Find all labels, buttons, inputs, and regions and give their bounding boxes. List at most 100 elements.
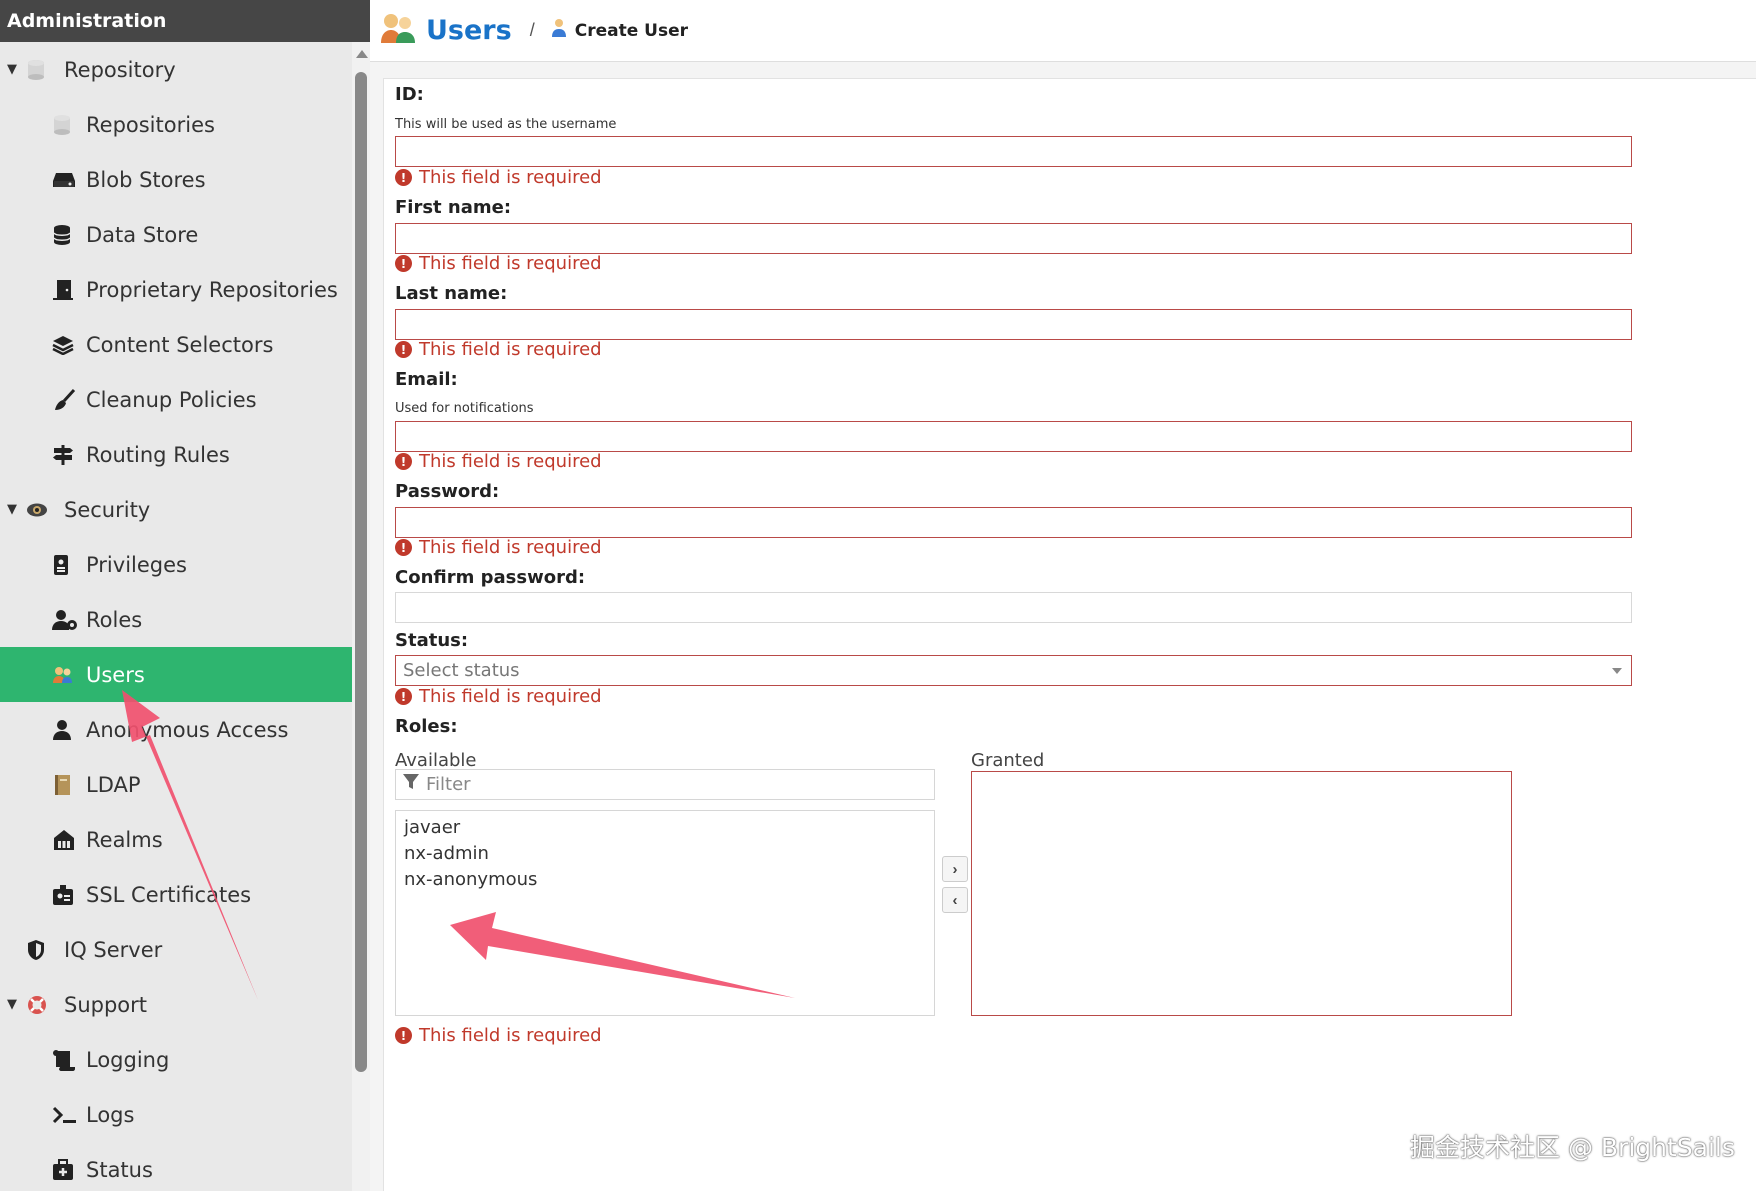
id-field[interactable]	[395, 136, 1632, 167]
sidebar-item-label: Data Store	[86, 222, 199, 247]
filter-icon	[402, 773, 420, 796]
sidebar-item-logs[interactable]: Logs	[0, 1087, 352, 1142]
sidebar-header: Administration	[0, 0, 370, 42]
confirm-password-label: Confirm password:	[395, 567, 586, 588]
granted-roles-list[interactable]	[971, 771, 1512, 1016]
sidebar-item-label: Status	[86, 1157, 153, 1182]
first-name-error: ! This field is required	[395, 253, 602, 274]
status-label: Status:	[395, 630, 469, 651]
add-role-button[interactable]: ›	[942, 856, 968, 882]
sidebar-item-iq-server[interactable]: IQ Server	[0, 922, 352, 977]
email-field[interactable]	[395, 421, 1632, 452]
sidebar-item-content-selectors[interactable]: Content Selectors	[0, 317, 352, 372]
error-icon: !	[395, 688, 412, 705]
error-icon: !	[395, 1027, 412, 1044]
filter-placeholder: Filter	[426, 774, 471, 795]
sidebar-item-label: Anonymous Access	[86, 717, 289, 742]
sidebar-item-anonymous-access[interactable]: Anonymous Access	[0, 702, 352, 757]
hard-drive-icon	[52, 168, 84, 192]
sidebar-item-ssl-certificates[interactable]: SSL Certificates	[0, 867, 352, 922]
sidebar-item-label: Content Selectors	[86, 332, 274, 357]
scroll-up-icon[interactable]	[356, 50, 368, 58]
password-field[interactable]	[395, 507, 1632, 538]
medkit-icon	[52, 1158, 84, 1182]
list-item[interactable]: nx-admin	[396, 841, 934, 867]
sidebar-item-security[interactable]: ▼ Security	[0, 482, 352, 537]
chevron-down-icon	[1612, 668, 1622, 674]
sidebar-item-roles[interactable]: Roles	[0, 592, 352, 647]
available-roles-list[interactable]: javaer nx-admin nx-anonymous	[395, 810, 935, 1016]
granted-label: Granted	[971, 750, 1045, 771]
sidebar-item-repository[interactable]: ▼ Repository	[0, 42, 352, 97]
layers-icon	[52, 333, 84, 357]
status-select[interactable]: Select status	[395, 655, 1632, 686]
book-icon	[52, 773, 84, 797]
password-label: Password:	[395, 481, 500, 502]
last-name-field[interactable]	[395, 309, 1632, 340]
expand-arrow-icon[interactable]: ▼	[7, 502, 26, 517]
error-icon: !	[395, 453, 412, 470]
status-error: ! This field is required	[395, 686, 602, 707]
error-icon: !	[395, 341, 412, 358]
sidebar-item-label: Roles	[86, 607, 143, 632]
id-error: ! This field is required	[395, 167, 602, 188]
expand-arrow-icon[interactable]: ▼	[7, 62, 26, 77]
email-error: ! This field is required	[395, 451, 602, 472]
first-name-label: First name:	[395, 197, 512, 218]
sidebar-item-label: Logs	[86, 1102, 135, 1127]
breadcrumb: Users / Create User	[370, 0, 1756, 62]
sidebar-item-label: Users	[86, 662, 145, 687]
sidebar-item-realms[interactable]: Realms	[0, 812, 352, 867]
sidebar-item-logging[interactable]: Logging	[0, 1032, 352, 1087]
chevron-right-icon: ›	[952, 860, 958, 878]
user-icon	[551, 18, 567, 43]
scrollbar-thumb[interactable]	[355, 72, 367, 1072]
error-text: This field is required	[419, 339, 602, 360]
sidebar-item-status[interactable]: Status	[0, 1142, 352, 1191]
sidebar-item-blob-stores[interactable]: Blob Stores	[0, 152, 352, 207]
sidebar-item-proprietary-repositories[interactable]: Proprietary Repositories	[0, 262, 352, 317]
users-cog-icon	[52, 608, 84, 632]
user-icon	[52, 718, 84, 742]
sidebar-item-label: Cleanup Policies	[86, 387, 257, 412]
password-error: ! This field is required	[395, 537, 602, 558]
sidebar: Administration ▼ Repository Repositories…	[0, 0, 370, 1191]
realm-icon	[52, 828, 84, 852]
sidebar-item-data-store[interactable]: Data Store	[0, 207, 352, 262]
list-item[interactable]: nx-anonymous	[396, 867, 934, 893]
email-label: Email:	[395, 369, 458, 390]
sidebar-item-ldap[interactable]: LDAP	[0, 757, 352, 812]
id-help: This will be used as the username	[395, 117, 617, 132]
page-title[interactable]: Users	[426, 15, 512, 46]
sidebar-item-users[interactable]: Users	[0, 647, 352, 702]
sidebar-item-cleanup-policies[interactable]: Cleanup Policies	[0, 372, 352, 427]
sidebar-item-label: Proprietary Repositories	[86, 277, 338, 302]
first-name-field[interactable]	[395, 223, 1632, 254]
error-text: This field is required	[419, 686, 602, 707]
sidebar-item-repositories[interactable]: Repositories	[0, 97, 352, 152]
create-user-form: ID: This will be used as the username ! …	[383, 78, 1756, 1191]
watermark: 掘金技术社区 @ BrightSails	[1410, 1133, 1735, 1162]
email-help: Used for notifications	[395, 401, 534, 416]
confirm-password-field[interactable]	[395, 592, 1632, 623]
sidebar-item-privileges[interactable]: Privileges	[0, 537, 352, 592]
database-stack-icon	[52, 223, 84, 247]
expand-arrow-icon[interactable]: ▼	[7, 997, 26, 1012]
certificate-icon	[52, 883, 84, 907]
sidebar-item-routing-rules[interactable]: Routing Rules	[0, 427, 352, 482]
main-content: ID: This will be used as the username ! …	[370, 62, 1756, 1191]
users-icon	[380, 11, 416, 50]
roles-filter-input[interactable]: Filter	[395, 769, 935, 800]
error-icon: !	[395, 169, 412, 186]
users-icon	[52, 663, 84, 687]
sidebar-item-label: Repository	[64, 57, 176, 82]
sidebar-scrollbar[interactable]	[352, 42, 370, 1191]
remove-role-button[interactable]: ‹	[942, 887, 968, 913]
sidebar-item-support[interactable]: ▼ Support	[0, 977, 352, 1032]
sidebar-item-label: SSL Certificates	[86, 882, 252, 907]
sidebar-item-label: Blob Stores	[86, 167, 206, 192]
database-icon	[26, 58, 58, 82]
shield-icon	[26, 938, 58, 962]
list-item[interactable]: javaer	[396, 815, 934, 841]
sidebar-item-label: IQ Server	[64, 937, 163, 962]
